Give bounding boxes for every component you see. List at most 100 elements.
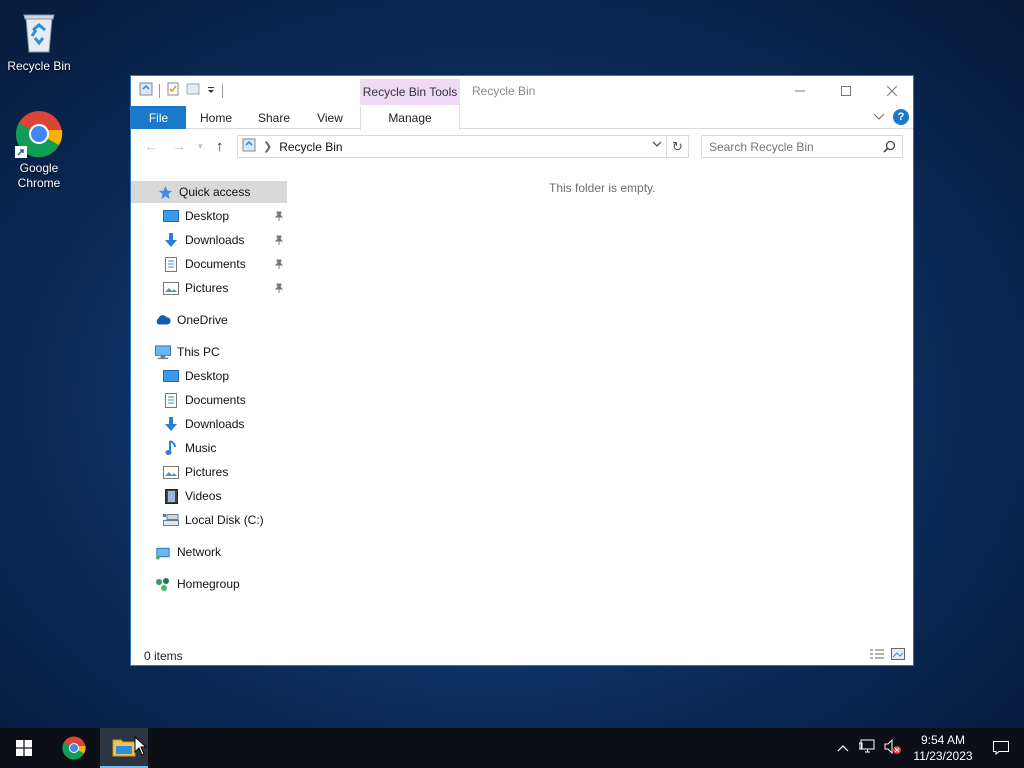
document-icon xyxy=(163,256,179,272)
nav-label: Desktop xyxy=(185,369,230,383)
address-dropdown-icon[interactable] xyxy=(652,140,662,151)
tab-share[interactable]: Share xyxy=(251,106,297,129)
nav-label: Videos xyxy=(185,489,222,503)
nav-label: This PC xyxy=(177,345,220,359)
desktop-icon-label: Google Chrome xyxy=(17,161,61,190)
nav-pc-downloads[interactable]: Downloads xyxy=(131,413,287,435)
properties-icon[interactable] xyxy=(166,82,180,99)
pin-icon[interactable] xyxy=(274,282,284,296)
maximize-icon xyxy=(841,85,851,96)
show-hidden-icons-chevron-icon[interactable] xyxy=(837,741,849,755)
clock-date: 11/23/2023 xyxy=(913,749,973,763)
mouse-cursor-icon xyxy=(134,736,148,756)
refresh-icon[interactable]: ↻ xyxy=(666,136,688,157)
desktop-folder-icon xyxy=(163,208,179,224)
folder-icon xyxy=(112,739,136,757)
customize-toolbar-icon[interactable] xyxy=(206,84,216,98)
nav-label: Downloads xyxy=(185,417,245,431)
nav-pc-desktop[interactable]: Desktop xyxy=(131,365,287,387)
desktop-icon-label: Recycle Bin xyxy=(7,59,71,73)
nav-label: OneDrive xyxy=(177,313,228,327)
address-bar[interactable]: ❯ Recycle Bin ↻ xyxy=(237,135,689,158)
minimize-icon xyxy=(795,90,805,91)
video-film-icon xyxy=(163,488,179,504)
empty-folder-message: This folder is empty. xyxy=(549,181,656,195)
up-arrow-icon[interactable]: ↑ xyxy=(216,138,224,155)
pin-icon[interactable] xyxy=(274,234,284,248)
nav-pc-local-disk[interactable]: Local Disk (C:) xyxy=(131,509,287,531)
homegroup-icon xyxy=(155,576,171,592)
nav-label: Documents xyxy=(185,393,246,407)
recent-locations-chevron-icon[interactable]: ▾ xyxy=(198,141,203,152)
tab-manage[interactable]: Manage xyxy=(360,106,460,130)
pin-icon[interactable] xyxy=(274,258,284,272)
nav-quick-desktop[interactable]: Desktop xyxy=(131,205,287,227)
desktop-icon-recycle-bin[interactable]: Recycle Bin xyxy=(1,8,77,74)
windows-logo-icon xyxy=(16,740,32,756)
window-title: Recycle Bin xyxy=(472,84,536,98)
expand-ribbon-icon[interactable] xyxy=(873,110,885,124)
new-folder-icon[interactable] xyxy=(186,82,200,99)
quick-access-toolbar xyxy=(139,82,223,99)
clock-time: 9:54 AM xyxy=(920,733,966,747)
nav-homegroup[interactable]: Homegroup xyxy=(131,573,287,595)
title-bar[interactable]: Recycle Bin Tools Recycle Bin xyxy=(131,76,913,106)
tab-file[interactable]: File xyxy=(131,106,186,129)
large-icons-view-icon[interactable] xyxy=(891,648,905,663)
nav-pc-documents[interactable]: Documents xyxy=(131,389,287,411)
action-center-icon[interactable] xyxy=(978,741,1024,755)
search-box[interactable] xyxy=(701,135,903,158)
nav-pc-videos[interactable]: Videos xyxy=(131,485,287,507)
computer-icon xyxy=(155,344,171,360)
recycle-bin-tools-header: Recycle Bin Tools xyxy=(360,79,460,105)
volume-muted-icon[interactable] xyxy=(884,738,902,757)
maximize-button[interactable] xyxy=(823,76,869,105)
nav-pc-music[interactable]: Music xyxy=(131,437,287,459)
search-input[interactable] xyxy=(709,139,879,154)
nav-quick-documents[interactable]: Documents xyxy=(131,253,287,275)
help-icon[interactable]: ? xyxy=(893,109,909,125)
nav-label: Pictures xyxy=(185,465,229,479)
hard-drive-icon xyxy=(163,512,179,528)
download-arrow-icon xyxy=(163,416,179,432)
nav-label: Documents xyxy=(185,257,246,271)
download-arrow-icon xyxy=(163,232,179,248)
music-note-icon xyxy=(163,440,179,456)
back-arrow-icon[interactable]: ← xyxy=(144,138,158,154)
taskbar-chrome[interactable] xyxy=(50,728,98,768)
nav-quick-access[interactable]: Quick access xyxy=(131,181,287,203)
search-icon[interactable] xyxy=(883,140,896,156)
minimize-button[interactable] xyxy=(777,76,823,105)
nav-label: Quick access xyxy=(179,185,251,199)
nav-this-pc[interactable]: This PC xyxy=(131,341,287,363)
status-item-count: 0 items xyxy=(144,649,183,663)
breadcrumb-recycle-bin[interactable]: Recycle Bin xyxy=(279,140,342,154)
forward-arrow-icon[interactable]: → xyxy=(172,138,186,154)
network-status-icon[interactable] xyxy=(858,739,876,757)
desktop-folder-icon xyxy=(163,368,179,384)
start-button[interactable] xyxy=(0,728,48,768)
close-button[interactable] xyxy=(869,76,915,105)
taskbar: 9:54 AM 11/23/2023 xyxy=(0,728,1024,768)
nav-quick-pictures[interactable]: Pictures xyxy=(131,277,287,299)
nav-label: Downloads xyxy=(185,233,245,247)
breadcrumb-chevron-icon[interactable]: ❯ xyxy=(263,140,272,153)
recycle-bin-small-icon xyxy=(139,82,153,99)
nav-onedrive[interactable]: OneDrive xyxy=(131,309,287,331)
toolbar-separator xyxy=(159,83,160,98)
tab-view[interactable]: View xyxy=(307,106,353,129)
close-icon xyxy=(887,85,897,96)
desktop-icon-google-chrome[interactable]: Google Chrome xyxy=(1,110,77,191)
onedrive-cloud-icon xyxy=(155,312,171,328)
tab-home[interactable]: Home xyxy=(193,106,239,129)
recycle-bin-small-icon xyxy=(242,138,256,155)
nav-pc-pictures[interactable]: Pictures xyxy=(131,461,287,483)
nav-network[interactable]: Network xyxy=(131,541,287,563)
toolbar-separator xyxy=(222,83,223,98)
file-explorer-window: Recycle Bin Tools Recycle Bin File Home … xyxy=(130,75,914,666)
network-icon xyxy=(155,544,171,560)
pin-icon[interactable] xyxy=(274,210,284,224)
nav-quick-downloads[interactable]: Downloads xyxy=(131,229,287,251)
details-view-icon[interactable] xyxy=(869,648,885,663)
clock[interactable]: 9:54 AM 11/23/2023 xyxy=(908,732,978,764)
